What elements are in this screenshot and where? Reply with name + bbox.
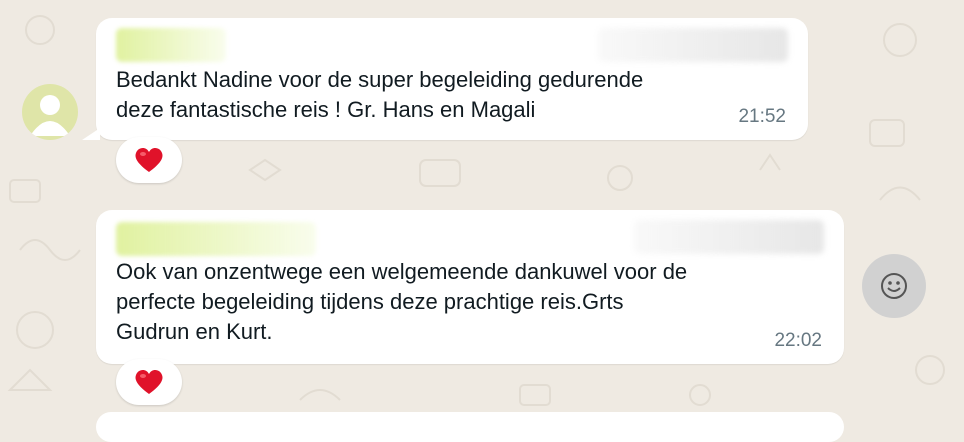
avatar[interactable] [22,84,78,140]
default-person-avatar-icon [30,95,70,136]
message-bubble-partial[interactable] [96,412,844,442]
red-heart-emoji [135,369,163,394]
message-timestamp: 21:52 [738,106,786,127]
red-heart-emoji [135,147,163,172]
message-reaction[interactable] [116,137,182,183]
sender-name-redacted [116,222,316,256]
add-reaction-button[interactable] [862,254,926,318]
sender-name-redacted [116,28,226,62]
message-bubble[interactable]: Bedankt Nadine voor de super begeleiding… [82,18,808,140]
sender-phone-redacted [598,28,788,62]
bubble-tail [82,128,100,140]
message-bubble[interactable]: Ook van onzentwege een welgemeende danku… [96,210,844,364]
message-text: Bedankt Nadine voor de super begeleiding… [116,67,644,122]
message-timestamp: 22:02 [774,330,822,351]
sender-phone-redacted [634,220,824,254]
message-reaction[interactable] [116,359,182,405]
smiley-face-icon [881,273,907,299]
message-text: Ook van onzentwege een welgemeende danku… [116,259,688,344]
